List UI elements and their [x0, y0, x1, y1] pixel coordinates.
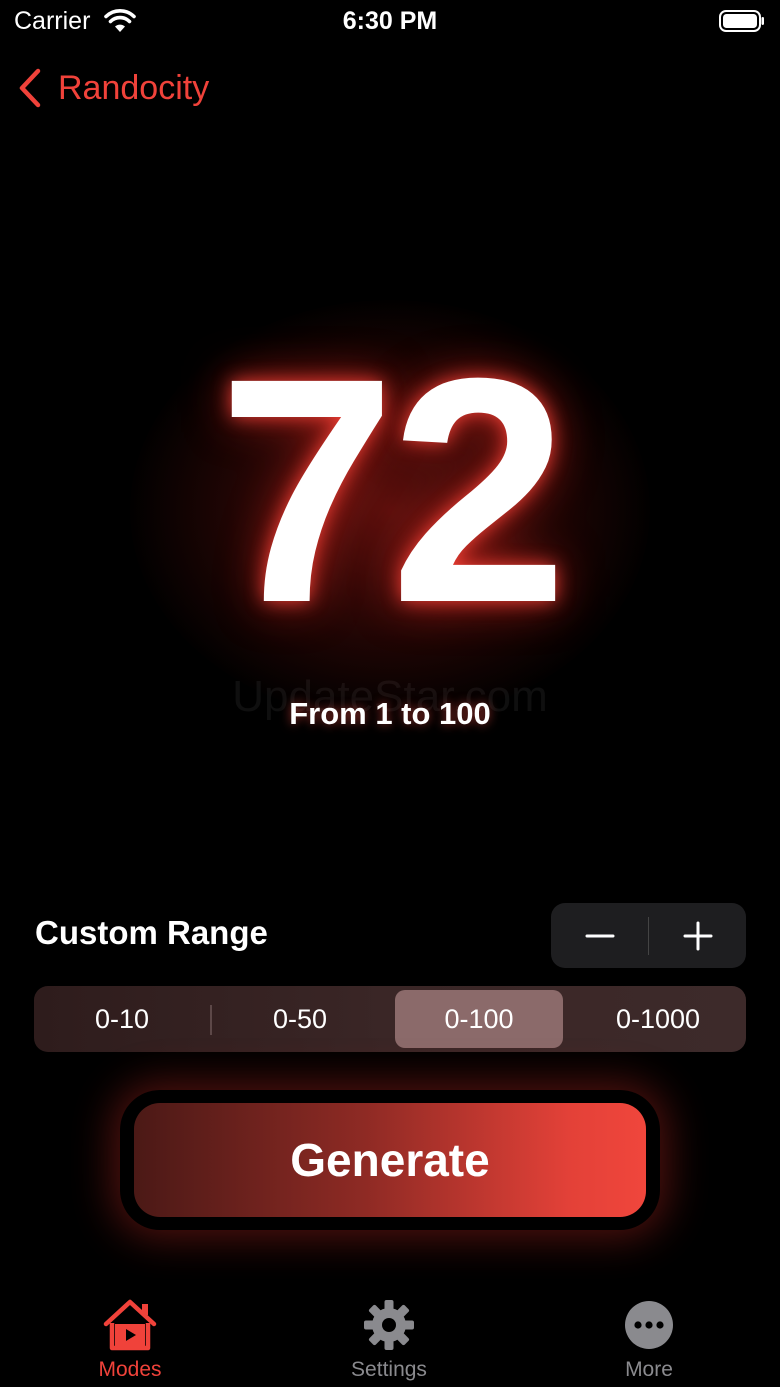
segment-0-10[interactable]: 0-10 — [38, 990, 206, 1048]
tab-modes-label: Modes — [98, 1358, 162, 1381]
segment-0-100[interactable]: 0-100 — [395, 990, 563, 1048]
house-play-icon — [103, 1299, 157, 1351]
custom-range-label: Custom Range — [35, 914, 268, 951]
decrement-button[interactable] — [551, 903, 648, 968]
tab-more[interactable]: More — [549, 1288, 749, 1387]
tab-settings[interactable]: Settings — [289, 1288, 489, 1387]
status-bar: Carrier 6:30 PM — [0, 0, 780, 44]
increment-button[interactable] — [649, 903, 746, 968]
chevron-left-icon — [19, 68, 41, 108]
tab-more-label: More — [625, 1358, 673, 1381]
tab-settings-label: Settings — [351, 1358, 427, 1381]
tab-modes[interactable]: Modes — [30, 1288, 230, 1387]
range-caption: From 1 to 100 — [289, 696, 491, 731]
segment-0-1000[interactable]: 0-1000 — [574, 990, 742, 1048]
status-time: 6:30 PM — [342, 7, 438, 35]
ellipsis-circle-icon — [625, 1301, 673, 1349]
range-segmented-control: 0-10 0-50 0-100 0-1000 — [34, 986, 746, 1052]
random-number: 72 — [218, 311, 568, 669]
gear-icon — [364, 1300, 414, 1350]
plus-icon — [683, 921, 712, 950]
minus-icon — [585, 934, 614, 937]
tab-bar: Modes Settings More — [0, 1288, 780, 1387]
back-button-label: Randocity — [58, 68, 210, 107]
generate-button[interactable]: Generate — [134, 1103, 646, 1217]
range-stepper — [551, 903, 746, 968]
segment-0-50[interactable]: 0-50 — [216, 990, 384, 1048]
segment-divider — [210, 1005, 212, 1035]
back-button[interactable]: Randocity — [16, 66, 209, 110]
battery-icon — [719, 10, 764, 32]
